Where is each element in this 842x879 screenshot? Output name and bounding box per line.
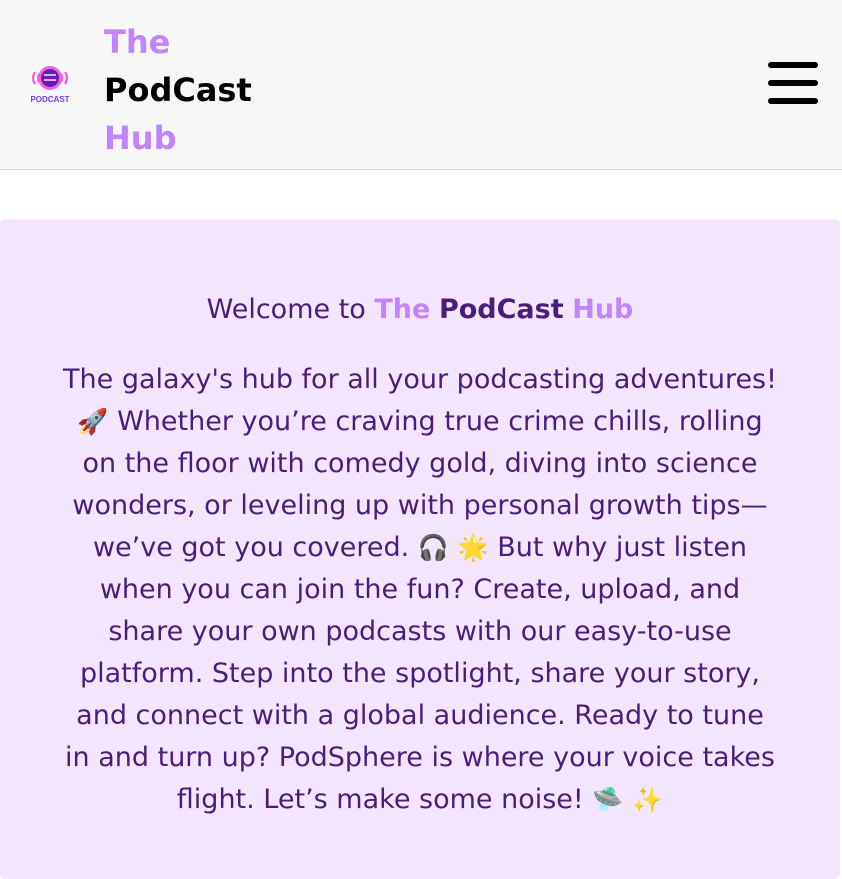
hamburger-bar (768, 98, 818, 104)
hero-description: The galaxy's hub for all your podcasting… (60, 359, 780, 821)
sparkles-icon: ✨ (632, 785, 664, 814)
navbar: PODCAST The PodCast Hub (0, 0, 842, 170)
hero-title-prefix: Welcome to (206, 294, 375, 325)
hero-description-text (623, 784, 632, 815)
headphones-icon: 🎧 (417, 533, 449, 562)
brand-podcast: PodCast (104, 71, 252, 109)
hamburger-bar (768, 62, 818, 68)
hero-title-hub: Hub (572, 294, 634, 325)
hero-description-text (449, 532, 458, 563)
star-icon: 🌟 (457, 533, 489, 562)
podcast-logo-icon[interactable]: PODCAST (24, 58, 76, 110)
logo-text: PODCAST (30, 95, 69, 104)
ufo-icon: 🛸 (592, 785, 624, 814)
brand-title[interactable]: The PodCast Hub (104, 18, 252, 162)
hero-title-podcast: PodCast (438, 294, 564, 325)
hero-description-text: The galaxy's hub for all your podcasting… (63, 364, 777, 395)
hamburger-menu-icon[interactable] (768, 60, 818, 106)
hamburger-bar (768, 80, 818, 86)
brand-the: The (104, 23, 171, 61)
hero-description-text: But why just listen when you can join th… (65, 532, 775, 815)
rocket-icon: 🚀 (77, 407, 109, 436)
hero-title: Welcome to The PodCast Hub (0, 294, 840, 325)
brand-hub: Hub (104, 119, 177, 157)
hero-title-the: The (374, 294, 431, 325)
